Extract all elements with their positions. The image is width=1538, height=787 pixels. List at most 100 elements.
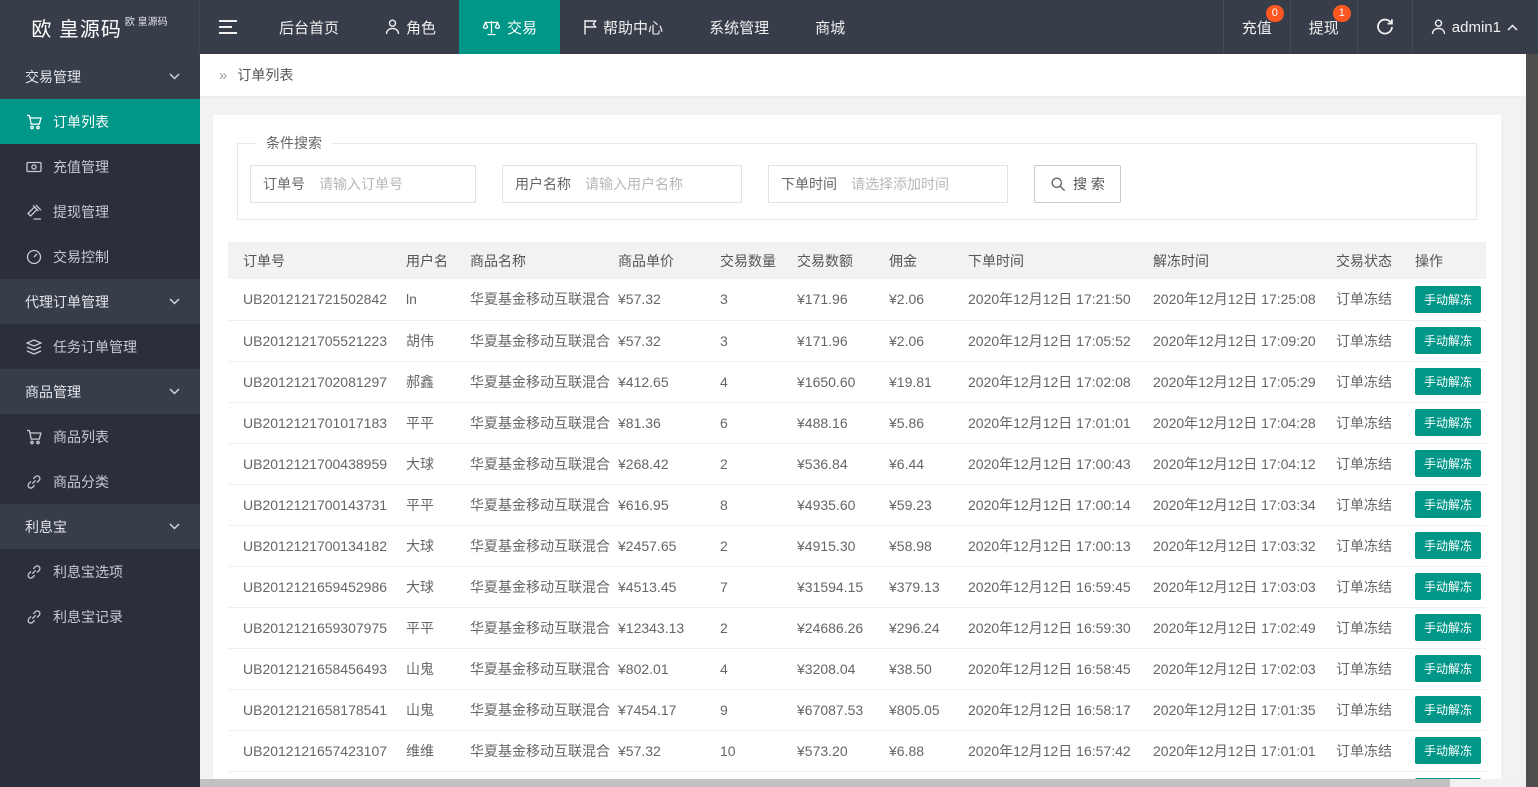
- cell-action: 手动解冻: [1415, 320, 1486, 362]
- sidebar-group-interest-treasure[interactable]: 利息宝: [0, 504, 200, 549]
- search-panel-legend: 条件搜索: [266, 135, 322, 151]
- nav-item-help-center[interactable]: 帮助中心: [560, 0, 686, 54]
- cart-icon: [25, 429, 42, 445]
- brand-superscript: 欧 皇源码: [124, 16, 168, 28]
- sidebar-item-task-order-management[interactable]: 任务订单管理: [0, 324, 200, 369]
- sidebar-item-trade-control[interactable]: 交易控制: [0, 234, 200, 279]
- cell-product-name: 华夏基金移动互联混合: [470, 607, 618, 649]
- cell-quantity: 4: [720, 361, 797, 403]
- username-input[interactable]: [583, 167, 741, 201]
- sidebar-group-agent-order-management[interactable]: 代理订单管理: [0, 279, 200, 324]
- manual-unfreeze-button[interactable]: 手动解冻: [1415, 450, 1482, 477]
- chevron-down-icon: [169, 73, 180, 80]
- cell-status: 订单冻结: [1336, 279, 1415, 321]
- column-header-product-name: 商品名称: [470, 242, 618, 279]
- manual-unfreeze-button[interactable]: 手动解冻: [1415, 285, 1482, 313]
- primary-nav: 后台首页 角色 交易 帮助中心 系统管理 商城: [256, 0, 868, 54]
- cell-amount: ¥24686.26: [797, 607, 889, 649]
- cell-commission: ¥296.24: [889, 607, 968, 649]
- cell-commission: ¥2.06: [889, 279, 968, 321]
- cell-commission: ¥58.98: [889, 525, 968, 567]
- cell-quantity: 2: [720, 525, 797, 567]
- cell-unfreeze-time: 2020年12月12日 17:25:08: [1153, 279, 1336, 321]
- cell-order-no: UB2012121705521223: [228, 320, 406, 362]
- username-label: admin1: [1451, 18, 1501, 36]
- cell-order-time: 2020年12月12日 17:05:52: [968, 320, 1153, 362]
- flag-icon: [583, 19, 597, 35]
- manual-unfreeze-button[interactable]: 手动解冻: [1415, 655, 1482, 682]
- withdraw-button[interactable]: 提现 1: [1289, 0, 1357, 54]
- order-time-input[interactable]: [849, 167, 1007, 201]
- manual-unfreeze-button[interactable]: 手动解冻: [1415, 491, 1482, 518]
- sidebar-item-interest-options[interactable]: 利息宝选项: [0, 549, 200, 594]
- cell-status: 订单冻结: [1336, 361, 1415, 403]
- nav-item-trade[interactable]: 交易: [459, 0, 561, 54]
- chevron-down-icon: [169, 298, 180, 305]
- cell-amount: ¥1650.60: [797, 361, 889, 403]
- recharge-button[interactable]: 充值 0: [1222, 0, 1290, 54]
- chevron-up-icon: [1507, 23, 1518, 31]
- sidebar-item-label: 订单列表: [53, 113, 109, 130]
- table-row: UB2012121700143731 平平 华夏基金移动互联混合 ¥616.95 8 ¥4…: [228, 484, 1486, 526]
- nav-item-system[interactable]: 系统管理: [686, 0, 792, 54]
- sidebar-item-label: 提现管理: [53, 203, 109, 220]
- horizontal-scrollbar-thumb[interactable]: [200, 779, 1450, 787]
- sidebar-group-product-management[interactable]: 商品管理: [0, 369, 200, 414]
- cell-order-time: 2020年12月12日 16:58:17: [968, 689, 1153, 731]
- cell-quantity: 10: [720, 730, 797, 772]
- cell-product-name: 华夏基金移动互联混合: [470, 525, 618, 567]
- nav-item-label: 帮助中心: [603, 19, 664, 37]
- cell-product-name: 华夏基金移动互联混合: [470, 443, 618, 485]
- cell-quantity: 6: [720, 402, 797, 444]
- cell-product-name: 华夏基金移动互联混合: [470, 484, 618, 526]
- column-header-status: 交易状态: [1336, 242, 1415, 279]
- user-icon: [1431, 19, 1446, 35]
- nav-item-dashboard[interactable]: 后台首页: [256, 0, 362, 54]
- sidebar-group-trade-management[interactable]: 交易管理: [0, 54, 200, 99]
- sidebar-item-recharge-management[interactable]: 充值管理: [0, 144, 200, 189]
- recharge-badge: 0: [1265, 5, 1284, 22]
- cell-unfreeze-time: 2020年12月12日 17:09:20: [1153, 320, 1336, 362]
- cell-quantity: 4: [720, 648, 797, 690]
- cell-unfreeze-time: 2020年12月12日 17:02:03: [1153, 648, 1336, 690]
- cell-status: 订单冻结: [1336, 525, 1415, 567]
- sidebar: 交易管理 订单列表 充值管理 提现管理 交易控制 代理订单管理 任务订单管理 商…: [0, 54, 200, 787]
- cell-commission: ¥379.13: [889, 566, 968, 608]
- table-row: UB2012121658178541 山鬼 华夏基金移动互联混合 ¥7454.17 9 ¥…: [228, 689, 1486, 731]
- manual-unfreeze-button[interactable]: 手动解冻: [1415, 696, 1482, 723]
- sidebar-toggle-button[interactable]: [200, 0, 256, 54]
- manual-unfreeze-button[interactable]: 手动解冻: [1415, 409, 1482, 436]
- horizontal-scrollbar[interactable]: [200, 779, 1538, 787]
- cell-action: 手动解冻: [1415, 525, 1486, 567]
- username-field-group: 用户名称: [502, 165, 742, 203]
- cell-unfreeze-time: 2020年12月12日 17:03:03: [1153, 566, 1336, 608]
- sidebar-item-product-category[interactable]: 商品分类: [0, 459, 200, 504]
- chevron-down-icon: [169, 523, 180, 530]
- search-button[interactable]: 搜 索: [1034, 165, 1121, 203]
- manual-unfreeze-button[interactable]: 手动解冻: [1415, 368, 1482, 395]
- user-menu[interactable]: admin1: [1411, 0, 1538, 54]
- nav-item-label: 交易: [507, 19, 538, 37]
- manual-unfreeze-button[interactable]: 手动解冻: [1415, 532, 1482, 559]
- manual-unfreeze-button[interactable]: 手动解冻: [1415, 327, 1482, 354]
- table-row: UB2012121700438959 大球 华夏基金移动互联混合 ¥268.42 2 ¥5…: [228, 443, 1486, 485]
- manual-unfreeze-button[interactable]: 手动解冻: [1415, 614, 1482, 641]
- cell-order-time: 2020年12月12日 17:00:43: [968, 443, 1153, 485]
- cell-unfreeze-time: 2020年12月12日 17:02:49: [1153, 607, 1336, 649]
- sidebar-item-product-list[interactable]: 商品列表: [0, 414, 200, 459]
- sidebar-group-label: 代理订单管理: [25, 293, 109, 310]
- nav-item-mall[interactable]: 商城: [792, 0, 868, 54]
- vertical-scrollbar[interactable]: [1526, 54, 1538, 787]
- order-no-input[interactable]: [317, 167, 475, 201]
- manual-unfreeze-button[interactable]: 手动解冻: [1415, 737, 1482, 764]
- cell-action: 手动解冻: [1415, 361, 1486, 403]
- cell-quantity: 2: [720, 607, 797, 649]
- manual-unfreeze-button[interactable]: 手动解冻: [1415, 573, 1482, 600]
- sidebar-item-interest-records[interactable]: 利息宝记录: [0, 594, 200, 639]
- nav-item-roles[interactable]: 角色: [362, 0, 459, 54]
- sidebar-item-withdraw-management[interactable]: 提现管理: [0, 189, 200, 234]
- sidebar-item-order-list[interactable]: 订单列表: [0, 99, 200, 144]
- refresh-button[interactable]: [1356, 0, 1412, 54]
- cell-quantity: 7: [720, 566, 797, 608]
- cell-action: 手动解冻: [1415, 443, 1486, 485]
